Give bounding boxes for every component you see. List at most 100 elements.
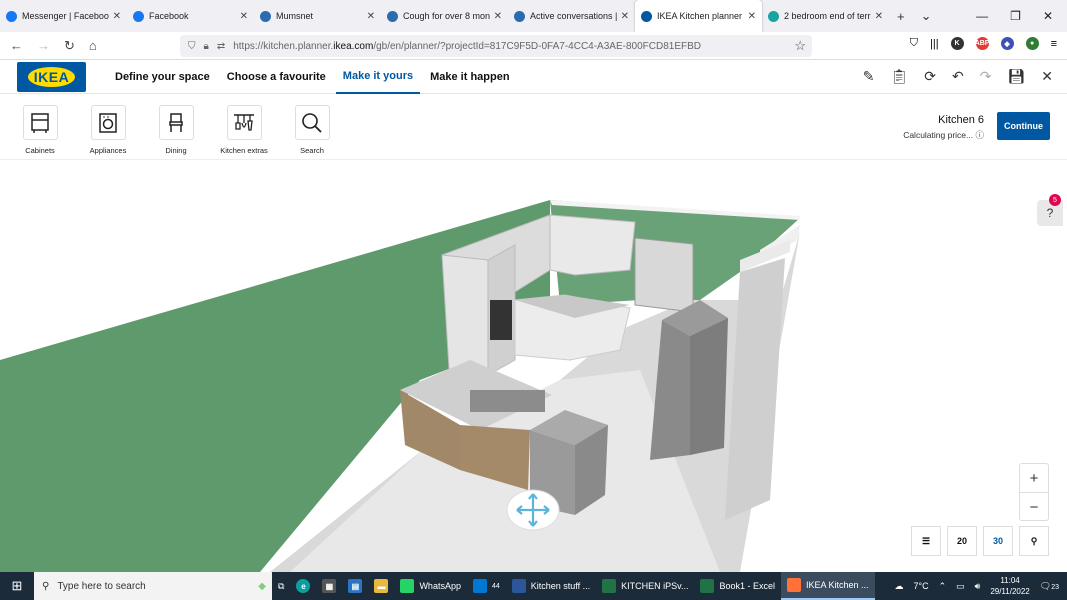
tool-kitchen-extras[interactable]: Kitchen extras: [214, 105, 274, 155]
continue-button[interactable]: Continue: [997, 112, 1050, 140]
address-bar[interactable]: ⛉ 🔒︎ ⇄ https://kitchen.planner.ikea.com/…: [180, 35, 812, 57]
tab-title: Mumsnet: [276, 11, 314, 21]
mail-icon: [472, 579, 487, 593]
zoom-out-button[interactable]: −: [1020, 493, 1048, 522]
new-tab-button[interactable]: +: [897, 9, 905, 24]
tall-cabinet-right: [725, 258, 785, 520]
volume-icon[interactable]: 🔊︎: [975, 581, 981, 592]
planner-step[interactable]: Make it yours: [335, 60, 421, 94]
ikea-icon: [641, 10, 652, 22]
tab-list-dropdown-icon[interactable]: ⌄: [921, 8, 932, 24]
tab-title: Active conversations | M: [530, 11, 617, 21]
help-button[interactable]: ? 5: [1037, 194, 1063, 226]
forward-button[interactable]: →: [37, 38, 50, 54]
settings-sliders-button[interactable]: ☰: [911, 526, 941, 556]
tool-cabinets[interactable]: Cabinets: [10, 105, 70, 155]
browser-tab[interactable]: Messenger | Facebook ✕: [0, 0, 127, 32]
kitchen-render: [0, 200, 800, 572]
view-rotate-icon[interactable]: ⟳: [924, 68, 936, 85]
restore-button[interactable]: ❐: [1010, 9, 1021, 23]
close-tab-icon[interactable]: ✕: [748, 11, 756, 22]
system-tray: ☁ 7°C ⌃ ▭ 🔊︎ 11:04 29/11/2022 🗨︎23: [894, 575, 1067, 597]
network-icon[interactable]: ▭: [956, 581, 965, 592]
sink: [470, 390, 545, 412]
minimize-button[interactable]: —: [976, 9, 988, 23]
browser-tab[interactable]: IKEA Kitchen planner ✕: [635, 0, 762, 32]
extension-puzzle-icon[interactable]: ◆: [1000, 37, 1014, 50]
view-controls: ☰ 20 30 ⚲: [911, 526, 1049, 556]
taskbar-app[interactable]: 44: [467, 572, 506, 600]
view-3d-button[interactable]: 30: [983, 526, 1013, 556]
reload-button[interactable]: ↻: [64, 38, 75, 54]
mail-badge: 44: [491, 582, 500, 590]
taskbar-search[interactable]: ⚲ Type here to search ◆: [34, 572, 272, 600]
taskbar-app[interactable]: KITCHEN iPSv...: [596, 572, 694, 600]
pocket-icon[interactable]: ⛉: [910, 37, 918, 50]
tab-title: Facebook: [149, 11, 189, 21]
planner-step[interactable]: Choose a favourite: [220, 60, 333, 94]
calculator-icon[interactable]: ▦: [316, 572, 342, 600]
browser-toolbar: ← → ↻ ⌂ ⛉ 🔒︎ ⇄ https://kitchen.planner.i…: [0, 32, 1067, 60]
save-icon[interactable]: 💾︎: [1007, 68, 1025, 85]
ikea-logo[interactable]: IKEA: [17, 61, 86, 92]
browser-tab[interactable]: 2 bedroom end of terrac ✕: [762, 0, 889, 32]
tab-list: Messenger | Facebook ✕ Facebook ✕ Mumsne…: [0, 0, 889, 32]
close-tab-icon[interactable]: ✕: [113, 11, 121, 22]
close-planner-icon[interactable]: ✕: [1041, 68, 1053, 85]
close-tab-icon[interactable]: ✕: [240, 11, 248, 22]
menu-icon[interactable]: ≡: [1051, 38, 1057, 50]
undo-icon[interactable]: ↶: [952, 68, 964, 85]
file-explorer-icon[interactable]: ▬: [368, 572, 394, 600]
lock-icon[interactable]: 🔒︎: [204, 41, 209, 52]
back-button[interactable]: ←: [10, 38, 23, 54]
tool-appliances[interactable]: Appliances: [78, 105, 138, 155]
browser-tab[interactable]: Facebook ✕: [127, 0, 254, 32]
shield-icon[interactable]: ⛉: [188, 41, 196, 52]
taskbar-app[interactable]: Book1 - Excel: [694, 572, 781, 600]
tool-dining[interactable]: Dining: [146, 105, 206, 155]
clipboard-icon[interactable]: 📋︎: [891, 68, 909, 85]
taskbar-app[interactable]: IKEA Kitchen ...: [781, 572, 875, 600]
notifications-icon[interactable]: 🗨︎23: [1040, 581, 1059, 592]
tray-chevron-icon[interactable]: ⌃: [939, 581, 947, 592]
home-button[interactable]: ⌂: [89, 38, 97, 54]
temperature[interactable]: 7°C: [913, 581, 928, 591]
close-tab-icon[interactable]: ✕: [367, 11, 375, 22]
extension-k-icon[interactable]: K: [950, 37, 964, 50]
browser-tab[interactable]: Active conversations | M ✕: [508, 0, 635, 32]
tool-label: Search: [300, 146, 324, 155]
library-icon[interactable]: |||: [930, 38, 939, 50]
close-tab-icon[interactable]: ✕: [621, 11, 629, 22]
close-window-button[interactable]: ✕: [1043, 9, 1053, 23]
walk-mode-button[interactable]: ⚲: [1019, 526, 1049, 556]
search-highlight-icon: ◆: [258, 580, 266, 592]
kitchen-3d-viewport[interactable]: ? 5 + − ☰ 20 30 ⚲: [0, 160, 1067, 572]
planner-step[interactable]: Define your space: [108, 60, 217, 94]
word-icon: [511, 579, 526, 593]
edge-icon[interactable]: e: [290, 572, 316, 600]
tool-label: Kitchen extras: [220, 146, 268, 155]
taskbar-app[interactable]: Kitchen stuff ...: [506, 572, 596, 600]
taskbar-app[interactable]: WhatsApp: [394, 572, 467, 600]
tool-search[interactable]: Search: [282, 105, 342, 155]
browser-tab[interactable]: Cough for over 8 months ✕: [381, 0, 508, 32]
store-icon[interactable]: ▤: [342, 572, 368, 600]
task-view-button[interactable]: ⧉: [272, 572, 290, 600]
notes-icon[interactable]: ✎: [863, 68, 875, 85]
bookmark-star-icon[interactable]: ☆: [794, 38, 806, 54]
weather-icon[interactable]: ☁: [894, 581, 903, 592]
profile-avatar[interactable]: ●: [1025, 37, 1039, 50]
close-tab-icon[interactable]: ✕: [494, 11, 502, 22]
adblock-icon[interactable]: ABP: [975, 37, 989, 50]
view-2d-button[interactable]: 20: [947, 526, 977, 556]
clock[interactable]: 11:04 29/11/2022: [990, 575, 1029, 597]
start-button[interactable]: ⊞: [0, 578, 34, 594]
permissions-icon[interactable]: ⇄: [217, 41, 225, 52]
planner-step[interactable]: Make it happen: [423, 60, 516, 94]
browser-tab[interactable]: Mumsnet ✕: [254, 0, 381, 32]
redo-icon[interactable]: ↷: [980, 68, 992, 85]
price-status: Calculating price... ⓘ: [903, 130, 984, 140]
info-icon[interactable]: ⓘ: [975, 130, 984, 140]
zoom-in-button[interactable]: +: [1020, 464, 1048, 493]
close-tab-icon[interactable]: ✕: [875, 11, 883, 22]
